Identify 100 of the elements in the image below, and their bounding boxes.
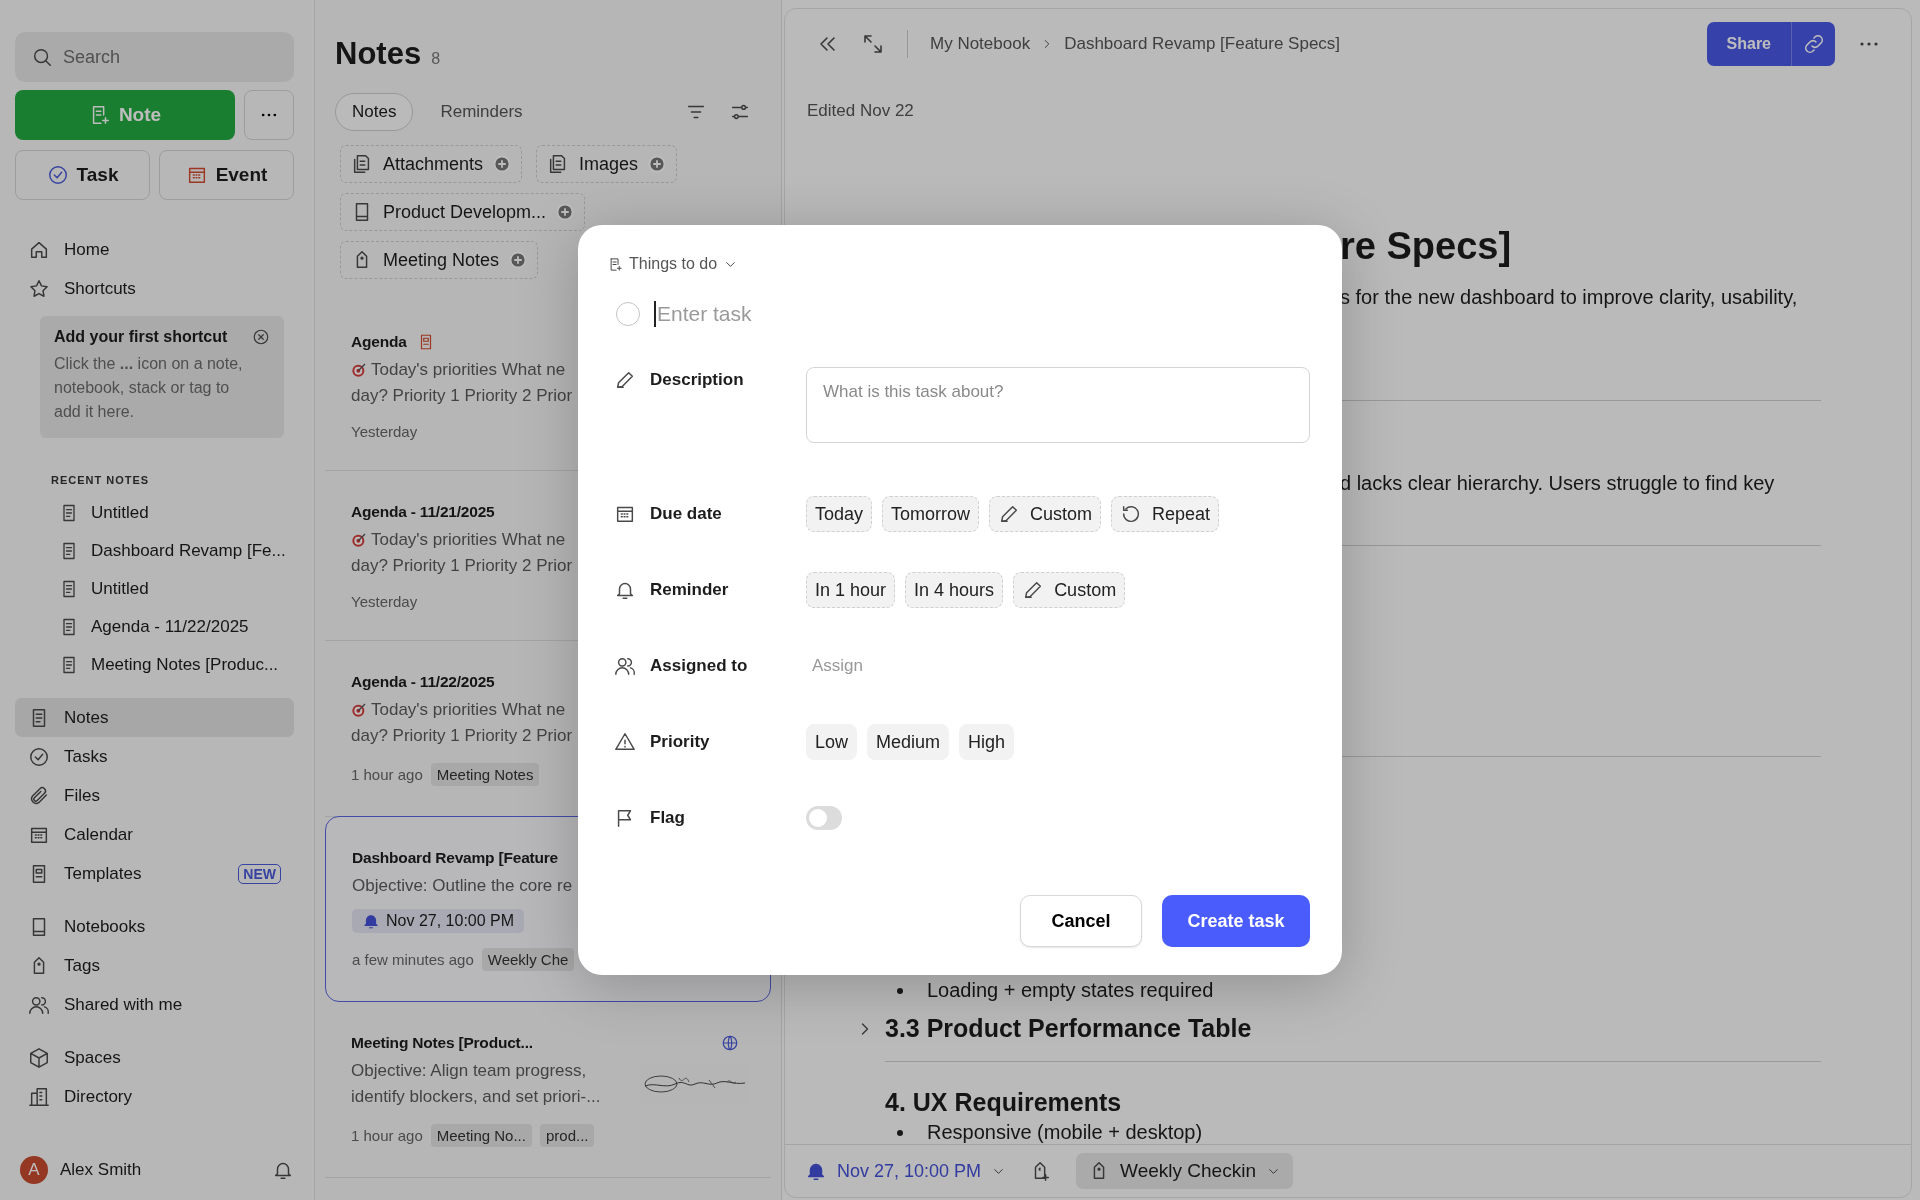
note-snippet: Objective: Outline the core re — [352, 875, 573, 897]
new-event-button[interactable]: Event — [159, 150, 294, 200]
new-badge: NEW — [238, 863, 281, 884]
paperclip-icon — [28, 784, 50, 807]
nav-item[interactable]: Templates NEW — [15, 854, 294, 893]
note-title: Agenda - 11/21/2025 — [351, 503, 495, 521]
filter-chip[interactable]: Meeting Notes — [340, 241, 539, 279]
priority-option[interactable]: Low — [806, 724, 858, 760]
note-snippet: day? Priority 1 Priority 2 Prior — [351, 725, 573, 747]
tag-chip[interactable]: Weekly Checkin — [1076, 1153, 1293, 1189]
note-card[interactable]: Meeting Notes [Product... Objective: Align team progress, identify blockers, and set priori-... 1 hour ago Meeting No... prod... — [325, 1002, 771, 1178]
nav-item[interactable]: Spaces — [15, 1038, 294, 1077]
bullet-dot — [897, 987, 903, 994]
bell-icon — [362, 912, 380, 930]
option-chip[interactable]: Today — [806, 496, 873, 532]
filter-chip[interactable]: Product Developm... — [340, 193, 586, 231]
note-title: Agenda — [351, 333, 407, 351]
note-count: 8 — [431, 50, 441, 68]
add-icon[interactable] — [509, 251, 528, 269]
field-label: Priority — [650, 732, 710, 752]
building-icon — [28, 1085, 50, 1108]
recent-note-item[interactable]: Dashboard Revamp [Fe... — [15, 532, 294, 570]
note-tag[interactable]: Meeting Notes — [430, 763, 540, 786]
note-tag[interactable]: Meeting No... — [430, 1124, 532, 1147]
people-icon — [614, 655, 636, 677]
nav-item[interactable]: Notebooks — [15, 907, 294, 946]
expand-icon[interactable] — [861, 32, 885, 56]
option-chip[interactable]: Custom — [1013, 572, 1126, 608]
nav-item[interactable]: Notes — [15, 698, 294, 737]
note-time: a few minutes ago — [352, 951, 474, 968]
reminder-button[interactable]: Nov 27, 10:00 PM — [805, 1160, 1007, 1182]
tab[interactable]: Notes — [335, 93, 414, 131]
breadcrumb-link[interactable]: Dashboard Revamp [Feature Specs] — [1064, 34, 1341, 54]
note-snippet: day? Priority 1 Priority 2 Prior — [351, 385, 573, 407]
note-title: Agenda - 11/22/2025 — [351, 673, 495, 691]
priority-option[interactable]: High — [959, 724, 1015, 760]
bullet-dot — [897, 1129, 903, 1136]
note-time: 1 hour ago — [351, 766, 423, 783]
filter-chip[interactable]: Images — [536, 145, 678, 183]
add-icon[interactable] — [556, 203, 575, 221]
search-field[interactable]: Search — [15, 32, 294, 82]
heading: 3.3 Product Performance Table — [885, 1014, 1252, 1043]
recent-note-item[interactable]: Untitled — [15, 570, 294, 608]
recent-note-item[interactable]: Meeting Notes [Produc... — [15, 646, 294, 684]
nav-item[interactable]: Files — [15, 776, 294, 815]
note-time: Yesterday — [351, 593, 418, 610]
note-snippet: Objective: Align team progress, — [351, 1060, 587, 1082]
option-chip[interactable]: In 1 hour — [806, 572, 896, 608]
option-chip[interactable]: Custom — [989, 496, 1102, 532]
avatar[interactable]: A — [20, 1156, 48, 1184]
description-field[interactable]: What is this task about? — [806, 367, 1310, 443]
link-button[interactable] — [1791, 22, 1835, 66]
panel-title: Notes — [335, 36, 422, 72]
note-title: Dashboard Revamp [Feature — [352, 849, 559, 867]
note-snippet: day? Priority 1 Priority 2 Prior — [351, 555, 573, 577]
nav-item[interactable]: Shared with me — [15, 985, 294, 1024]
reminder-pill[interactable]: Nov 27, 10:00 PM — [352, 909, 525, 933]
filter-chip[interactable]: Attachments — [340, 145, 523, 183]
note-tag[interactable]: prod... — [539, 1124, 595, 1147]
flag-toggle[interactable] — [806, 806, 842, 830]
note-time: Yesterday — [351, 423, 418, 440]
list-item: Loading + empty states required — [927, 979, 1214, 1002]
user-name: Alex Smith — [60, 1160, 143, 1180]
nav-item[interactable]: Home — [15, 230, 294, 269]
nav-item[interactable]: Calendar — [15, 815, 294, 854]
note-snippet: Today's priorities What ne — [371, 529, 566, 551]
nav-item[interactable]: Tasks — [15, 737, 294, 776]
tip-title: Add your first shortcut — [54, 328, 228, 346]
add-icon[interactable] — [648, 155, 667, 173]
nav-item[interactable]: Tags — [15, 946, 294, 985]
list-icon — [608, 256, 623, 272]
note-tag[interactable]: Weekly Che — [481, 948, 575, 971]
note-time: 1 hour ago — [351, 1127, 423, 1144]
warning-icon — [614, 731, 636, 753]
field-label: Description — [650, 370, 744, 390]
nav-item[interactable]: Directory — [15, 1077, 294, 1116]
option-chip[interactable]: Repeat — [1111, 496, 1220, 532]
recent-note-item[interactable]: Untitled — [15, 494, 294, 532]
field-label: Reminder — [650, 580, 729, 600]
recent-note-item[interactable]: Agenda - 11/22/2025 — [15, 608, 294, 646]
breadcrumb-link[interactable]: My Notebook — [930, 34, 1031, 54]
priority-option[interactable]: Medium — [867, 724, 950, 760]
field-label: Assigned to — [650, 656, 748, 676]
new-task-button[interactable]: Task — [15, 150, 150, 200]
tab[interactable]: Reminders — [423, 93, 540, 131]
cancel-button[interactable]: Cancel — [1020, 895, 1142, 947]
create-task-button[interactable]: Create task — [1162, 895, 1310, 947]
note-snippet: Today's priorities What ne — [371, 699, 566, 721]
option-chip[interactable]: In 4 hours — [905, 572, 1004, 608]
list-item: Responsive (mobile + desktop) — [927, 1121, 1203, 1144]
option-chip[interactable]: Tomorrow — [882, 496, 980, 532]
nav-item[interactable]: Shortcuts — [15, 269, 294, 308]
tip-text: Click the ... icon on a note, notebook, stack or tag to add it here. — [54, 354, 244, 422]
star-icon — [28, 277, 50, 300]
list-dropdown[interactable]: Things to do — [608, 255, 739, 273]
close-icon[interactable] — [252, 328, 270, 346]
section-heading: RECENT NOTES — [51, 474, 151, 486]
add-icon[interactable] — [493, 155, 512, 173]
share-button[interactable]: Share — [1706, 22, 1791, 66]
edited-date: Edited Nov 22 — [807, 101, 915, 121]
